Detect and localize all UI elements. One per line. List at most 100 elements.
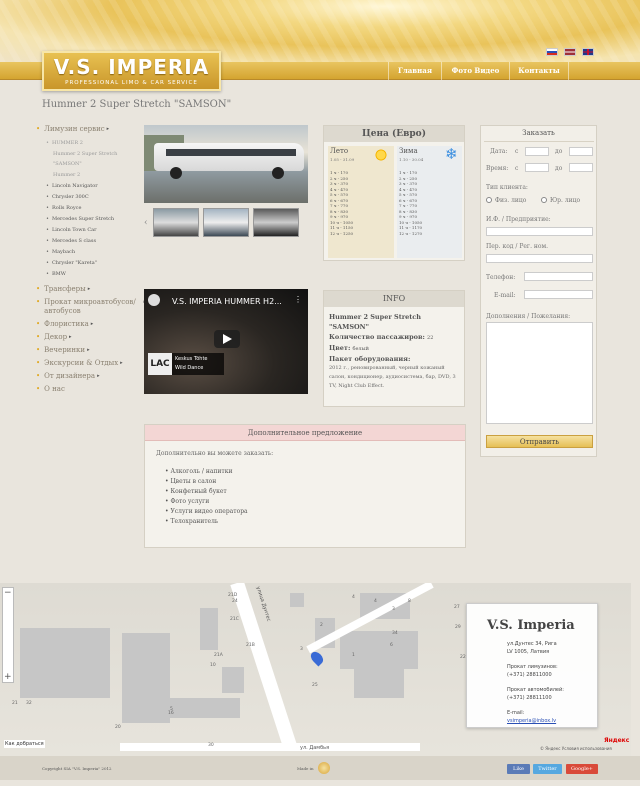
flag-en-icon[interactable] <box>582 48 594 56</box>
sidebar-item-label: Прокат микроавтобусов/автобусов <box>44 298 136 315</box>
video-menu-icon[interactable]: ⋮ <box>294 295 302 304</box>
sidebar-subitem[interactable]: • HUMMER 2 <box>46 138 146 148</box>
map-house-number: 4 <box>352 595 355 600</box>
extra-item-label: Фото услуги <box>170 498 210 505</box>
reg-input[interactable] <box>486 254 593 263</box>
map-route-link[interactable]: Как добраться <box>4 740 45 748</box>
wishes-label: Дополнения / Пожелания: <box>486 313 571 320</box>
google-plus-button[interactable]: Google+ <box>566 764 598 774</box>
radio-jur[interactable] <box>541 197 547 203</box>
arrow-right-icon: ▸ <box>97 373 100 379</box>
sidebar-subitem[interactable]: • Mercedes S class <box>46 236 146 246</box>
sidebar-item[interactable]: • Трансферы ▸ <box>36 285 146 294</box>
email-input[interactable] <box>524 290 593 299</box>
map-email-link[interactable]: vsimperia@inbox.lv <box>507 717 564 725</box>
sidebar-subitem[interactable]: • Maybach <box>46 247 146 257</box>
extra-item-label: Цветы в салон <box>170 478 217 485</box>
time-from-input[interactable] <box>525 163 549 172</box>
sidebar-item[interactable]: • Лимузин сервис ▸ <box>36 125 146 134</box>
info-color-value: белый <box>352 346 369 352</box>
name-input[interactable] <box>486 227 593 236</box>
winter-period: 1.10 - 30.04 <box>399 157 424 162</box>
info-color-label: Цвет: <box>329 344 351 352</box>
made-in-logo-icon[interactable] <box>318 762 330 774</box>
client-type-label: Тип клиента: <box>486 184 528 191</box>
info-equipment-value: 2012 г., реновированный, черный кожаный … <box>329 365 456 389</box>
wishes-textarea[interactable] <box>486 322 593 424</box>
sidebar-subitem[interactable]: Hummer 2 <box>46 170 146 180</box>
sidebar-subitem[interactable]: • Chrysler "Kareta" <box>46 258 146 268</box>
email-label: E-mail: <box>494 292 516 299</box>
facebook-like-button[interactable]: Like <box>507 764 530 774</box>
info-passengers-value: 22 <box>427 335 434 341</box>
main-photo[interactable] <box>144 125 308 203</box>
map-building <box>354 668 404 698</box>
map-house-number: 25 <box>312 683 318 688</box>
map-email-label: E-mail: <box>507 710 525 716</box>
sidebar-subitem[interactable]: • Lincoln Town Car <box>46 225 146 235</box>
submit-button[interactable]: Отправить <box>486 435 593 448</box>
name-label: И.Ф. / Предприятие: <box>486 216 551 223</box>
bullet-icon: • <box>36 333 41 341</box>
map-building <box>122 633 170 723</box>
sidebar-item[interactable]: • Вечеринки ▸ <box>36 346 146 355</box>
nav-photo-video[interactable]: Фото Видео <box>441 62 509 80</box>
map-house-number: 2 <box>320 623 323 628</box>
flag-lv-icon[interactable] <box>564 48 576 56</box>
gallery-thumb[interactable] <box>253 208 299 237</box>
arrow-right-icon: ▸ <box>69 334 72 340</box>
sidebar-subitem[interactable]: • Chrysler 300C <box>46 192 146 202</box>
map[interactable]: улица Дунтес ул. Дамбья − + Как добратьс… <box>0 583 631 756</box>
snowflake-icon: ❄ <box>445 145 458 163</box>
sidebar-item[interactable]: • От дизайнера ▸ <box>36 372 146 381</box>
nav-contacts[interactable]: Контакты <box>509 62 569 80</box>
bullet-icon: • <box>36 125 41 133</box>
radio-phys-label: Физ. лицо <box>495 197 527 204</box>
extra-item-label: Услуги видео оператора <box>170 508 248 515</box>
extra-item: • Конфетный букет <box>165 487 248 497</box>
zoom-in-icon[interactable]: + <box>4 672 12 682</box>
sidebar-subitem[interactable]: • Lincoln Navigator <box>46 181 146 191</box>
date-to-input[interactable] <box>569 147 593 156</box>
map-building <box>170 698 240 718</box>
bullet-icon: • <box>36 346 41 354</box>
summer-prices: 1 ч - 170 2 ч - 250 3 ч - 370 4 ч - 470 5 ч … <box>330 170 353 236</box>
time-to-input[interactable] <box>569 163 593 172</box>
sidebar-subitem-label: Chrysler 300C <box>51 194 89 200</box>
date-label: Дата: <box>490 148 508 155</box>
zoom-out-icon[interactable]: − <box>4 588 12 598</box>
gallery-thumb[interactable] <box>203 208 249 237</box>
sidebar-item[interactable]: • О нас <box>36 385 146 394</box>
video-player[interactable]: V.S. IMPERIA HUMMER H2... ⋮ LAC Keskus T… <box>144 289 308 394</box>
map-rent-limo-label: Прокат лимузинов: <box>507 664 558 670</box>
price-panel: Цена (Евро) Лето 1.05 - 31.09 1 ч - 170 2… <box>323 125 465 261</box>
phone-input[interactable] <box>524 272 593 281</box>
map-terms[interactable]: © Яндекс Условия использования <box>540 746 612 751</box>
map-house-number: 3 <box>300 647 303 652</box>
winter-label: Зима <box>399 147 418 155</box>
date-from-input[interactable] <box>525 147 549 156</box>
sidebar-item-label: Флористика <box>44 320 89 328</box>
gallery-prev-icon[interactable]: ‹ <box>144 208 150 238</box>
gallery-thumb[interactable] <box>153 208 199 237</box>
sidebar-item[interactable]: • Декор ▸ <box>36 333 146 342</box>
play-button[interactable] <box>214 330 240 348</box>
twitter-button[interactable]: Twitter <box>533 764 562 774</box>
radio-jur-label: Юр. лицо <box>550 197 581 204</box>
sidebar-item[interactable]: • Экскурсии & Отдых ▸ <box>36 359 146 368</box>
map-zoom-control[interactable]: − + <box>2 587 14 683</box>
logo[interactable]: V.S. IMPERIA PROFESSIONAL LIMO & CAR SER… <box>42 51 221 91</box>
sidebar-item[interactable]: •Прокат микроавтобусов/автобусов▸ <box>36 298 146 316</box>
flag-ru-icon[interactable] <box>546 48 558 56</box>
sidebar-subitem[interactable]: • Rolls Royce <box>46 203 146 213</box>
price-row: 11 ч - 1170 <box>399 225 423 230</box>
sidebar-subitem[interactable]: • Mercedes Super Stretch <box>46 214 146 224</box>
nav-home[interactable]: Главная <box>388 62 441 80</box>
channel-avatar <box>148 294 160 306</box>
radio-phys[interactable] <box>486 197 492 203</box>
sidebar-subitem[interactable]: Hummer 2 Super Stretch "SAMSON" <box>46 149 146 169</box>
sidebar-item[interactable]: • Флористика ▸ <box>36 320 146 329</box>
sidebar-subitem[interactable]: • BMW <box>46 269 146 279</box>
bullet-icon: • <box>46 205 49 211</box>
sidebar-subitem-label: Chrysler "Kareta" <box>51 260 97 266</box>
